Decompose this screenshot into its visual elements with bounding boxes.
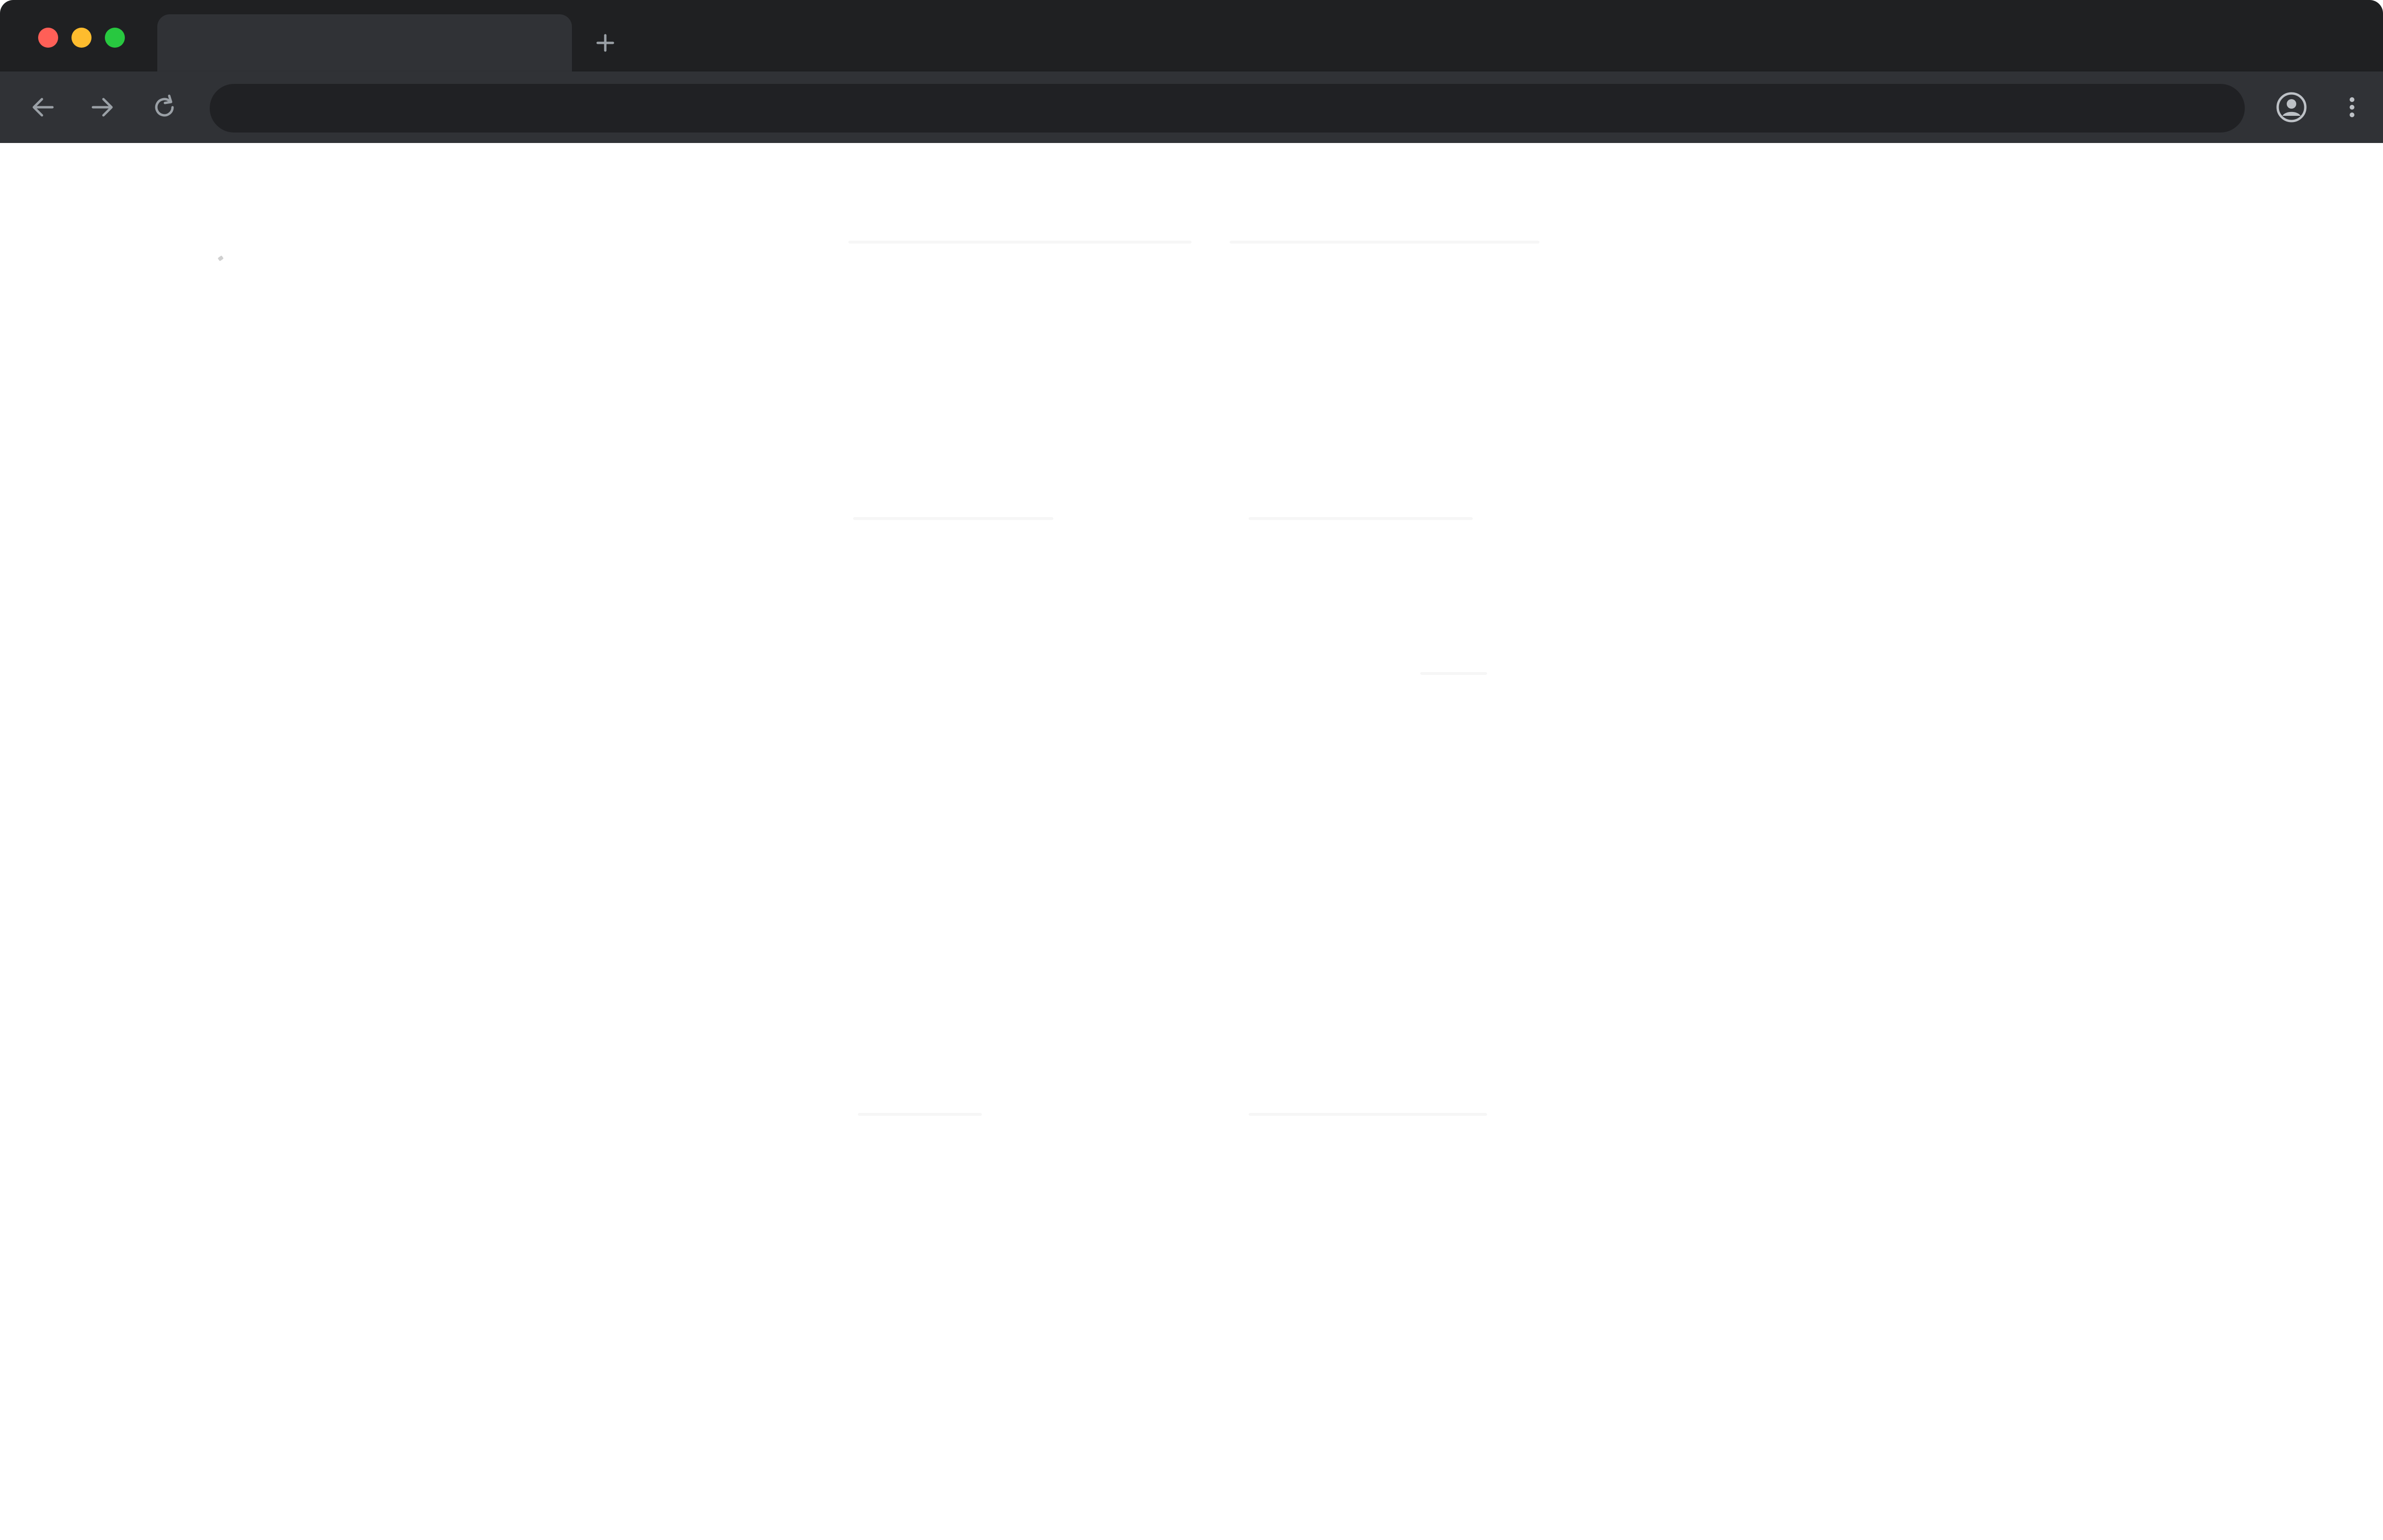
close-window-button[interactable] [38, 28, 58, 48]
browser-toolbar [0, 71, 2383, 143]
account-circle-icon [2275, 91, 2308, 124]
reload-button[interactable] [148, 91, 181, 124]
faint-line [1249, 1113, 1487, 1116]
forward-button[interactable] [86, 91, 119, 124]
faint-line [1249, 517, 1473, 520]
faint-line [858, 1113, 982, 1116]
zoom-window-button[interactable] [105, 28, 125, 48]
browser-window [0, 0, 2383, 1540]
page-content [0, 143, 2383, 1540]
faint-line [848, 241, 1192, 244]
arrow-right-icon [88, 93, 117, 122]
address-bar[interactable] [210, 84, 2245, 133]
profile-button[interactable] [2275, 91, 2308, 124]
back-button[interactable] [26, 91, 60, 124]
tab-active[interactable] [157, 14, 572, 71]
faint-line [853, 517, 1053, 520]
minimize-window-button[interactable] [71, 28, 92, 48]
new-tab-button[interactable] [589, 26, 622, 60]
faint-line [1420, 672, 1487, 675]
browser-menu-button[interactable] [2335, 91, 2369, 124]
arrow-left-icon [29, 93, 57, 122]
reload-icon [150, 93, 179, 122]
plus-icon [595, 32, 616, 53]
kebab-menu-icon [2345, 93, 2359, 122]
tab-strip [0, 0, 2383, 71]
faint-line [1230, 241, 1539, 244]
address-input[interactable] [234, 84, 2223, 133]
